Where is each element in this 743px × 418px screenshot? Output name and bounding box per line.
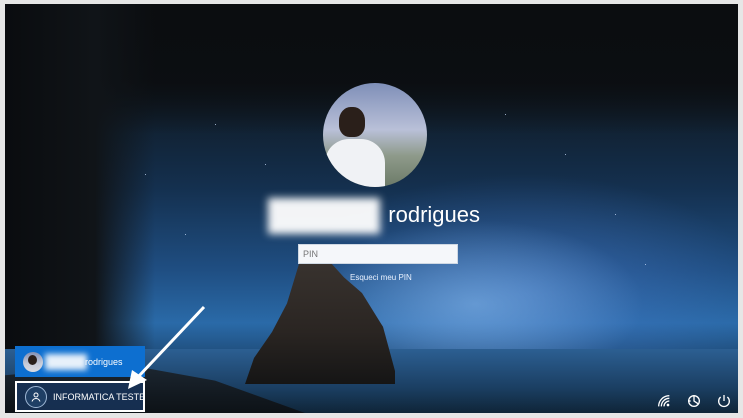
user-entry-label: INFORMATICA TESTE: [53, 391, 146, 402]
star: [145, 174, 146, 175]
power-icon[interactable]: [715, 392, 733, 410]
user-entry-informatica[interactable]: INFORMATICA TESTE: [15, 381, 145, 412]
star: [645, 264, 646, 265]
star: [615, 214, 616, 215]
username-text: rodrigues: [388, 202, 480, 227]
system-tray: [655, 392, 733, 410]
star: [505, 114, 506, 115]
avatar-shirt: [325, 139, 385, 187]
user-entry-label: rodrigues: [85, 356, 123, 367]
star: [215, 124, 216, 125]
user-entry-current[interactable]: rodrigues: [15, 346, 145, 377]
person-icon: [25, 385, 47, 408]
star: [265, 164, 266, 165]
user-avatar: [323, 83, 427, 187]
star: [565, 154, 566, 155]
pin-input[interactable]: [298, 244, 458, 264]
user-photo-avatar: [23, 351, 43, 372]
network-icon[interactable]: [655, 392, 673, 410]
user-switcher-list: rodrigues INFORMATICA TESTE: [15, 346, 145, 412]
forgot-pin-link[interactable]: Esqueci meu PIN: [350, 273, 412, 282]
avatar-head: [339, 107, 365, 137]
screenshot-frame: rodrigues Esqueci meu PIN rodrigues INFO…: [0, 0, 743, 418]
star: [185, 234, 186, 235]
ease-of-access-icon[interactable]: [685, 392, 703, 410]
username-redaction: [268, 198, 380, 234]
user-name-redaction: [45, 354, 87, 370]
